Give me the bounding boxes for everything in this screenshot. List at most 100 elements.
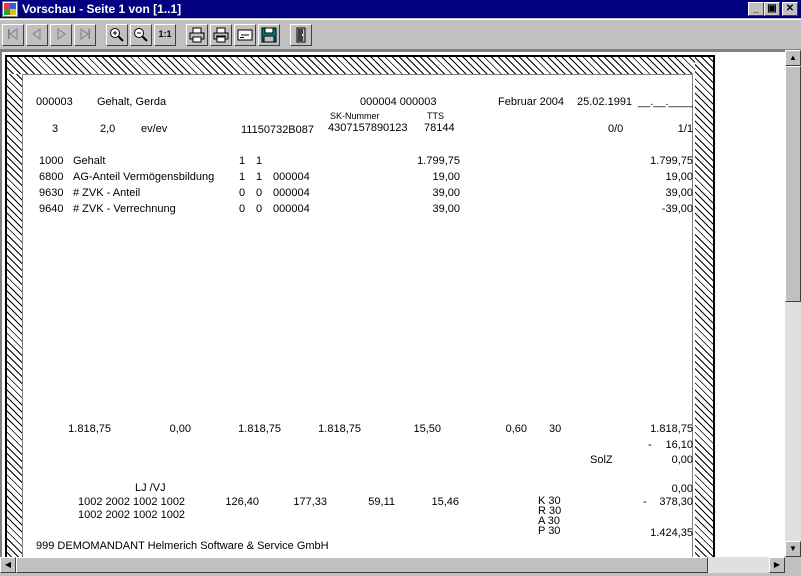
- lj-vj-label: LJ /VJ: [135, 482, 166, 494]
- close-button[interactable]: ✕: [782, 2, 798, 16]
- zoom-in-icon: [110, 28, 124, 42]
- line-code: 9630: [39, 187, 64, 199]
- next-page-button[interactable]: [50, 24, 72, 46]
- line-total: -39,00: [661, 203, 693, 215]
- line-amount: 19,00: [432, 171, 460, 183]
- religion: ev/ev: [141, 123, 168, 135]
- line-amount: 39,00: [432, 187, 460, 199]
- toolbar: 1:1: [0, 19, 801, 50]
- preview-area[interactable]: 000003 Gehalt, Gerda 000004 000003 Febru…: [0, 50, 785, 557]
- print-button[interactable]: [186, 24, 208, 46]
- line-flag-1: 1: [239, 171, 246, 183]
- page-shadow-left: [7, 74, 22, 557]
- line-ref: 000004: [273, 187, 310, 199]
- page-setup-icon: [237, 29, 253, 41]
- scroll-left-button[interactable]: ◀: [0, 557, 16, 573]
- total-value-6: 0,60: [505, 423, 527, 435]
- print-setup-button[interactable]: [210, 24, 232, 46]
- scroll-right-button[interactable]: ▶: [769, 557, 785, 573]
- total-gross: 1.818,75: [68, 423, 111, 435]
- tax-class: 3: [52, 123, 59, 135]
- deduction-value: 16,10: [665, 439, 693, 451]
- scroll-down-button[interactable]: ▼: [785, 541, 801, 557]
- last-page-icon: [80, 28, 90, 40]
- line-ref: 000004: [273, 171, 310, 183]
- net-pay: 1.424,35: [650, 527, 693, 539]
- amount-a3: 59,11: [368, 496, 395, 508]
- minus-value: 378,30: [659, 496, 693, 508]
- line-description: # ZVK - Verrechnung: [73, 203, 176, 215]
- total-value-2: 0,00: [169, 423, 191, 435]
- line-description: AG-Anteil Vermögensbildung: [73, 171, 215, 183]
- tts-label: TTS: [427, 111, 444, 121]
- company-footer: 999 DEMOMANDANT Helmerich Software & Ser…: [36, 540, 329, 552]
- sk-number-label: SK-Nummer: [330, 111, 380, 121]
- line-flag-2: 1: [256, 171, 263, 183]
- line-flag-1: 1: [239, 155, 246, 167]
- total-value-5: 15,50: [413, 423, 441, 435]
- vertical-scroll-thumb[interactable]: [785, 66, 801, 302]
- save-button[interactable]: [258, 24, 280, 46]
- line-code: 1000: [39, 155, 64, 167]
- line-flag-1: 0: [239, 187, 246, 199]
- blank-date-field: __.__.____: [638, 96, 694, 108]
- total-value-3: 1.818,75: [238, 423, 281, 435]
- first-page-icon: [8, 28, 18, 40]
- solz-label: SolZ: [590, 454, 613, 466]
- door-exit-icon: [296, 27, 306, 43]
- line-amount: 39,00: [432, 203, 460, 215]
- employee-number: 000003: [36, 96, 73, 108]
- deduction-sign: -: [648, 439, 652, 451]
- solz-value: 0,00: [671, 454, 693, 466]
- line-total: 1.799,75: [650, 155, 693, 167]
- codes-row-2: 1002 2002 1002 1002: [78, 509, 186, 521]
- header-numbers: 000004 000003: [360, 96, 437, 108]
- line-flag-2: 1: [256, 155, 263, 167]
- tts-value: 78144: [424, 122, 455, 134]
- total-value-4: 1.818,75: [318, 423, 361, 435]
- floppy-disk-icon: [261, 27, 277, 43]
- zoom-full-button[interactable]: 1:1: [154, 24, 176, 46]
- prev-page-button[interactable]: [26, 24, 48, 46]
- p-label: P 30: [538, 525, 561, 537]
- last-page-button[interactable]: [74, 24, 96, 46]
- horizontal-scrollbar[interactable]: ◀ ▶: [0, 557, 785, 573]
- ratio-b: 1/1: [677, 123, 693, 135]
- maximize-button[interactable]: ▣: [764, 2, 780, 16]
- zoom-in-button[interactable]: [106, 24, 128, 46]
- birth-date: 25.02.1991: [577, 96, 633, 108]
- employee-name: Gehalt, Gerda: [97, 96, 167, 108]
- amount-a1: 126,40: [225, 496, 259, 508]
- line-code: 6800: [39, 171, 64, 183]
- ratio-a: 0/0: [608, 123, 624, 135]
- scrollbar-corner: [785, 557, 801, 573]
- window-title: Vorschau - Seite 1 von [1..1]: [22, 2, 182, 16]
- next-page-icon: [57, 28, 66, 40]
- sk-number: 4307157890123: [328, 122, 408, 134]
- line-ref: 000004: [273, 203, 310, 215]
- insurance-number: 11150732B087: [241, 124, 314, 136]
- minimize-button[interactable]: _: [748, 2, 764, 16]
- amount-a4: 15,46: [431, 496, 459, 508]
- exit-button[interactable]: [290, 24, 312, 46]
- line-total: 39,00: [665, 187, 693, 199]
- minus-sign: -: [643, 496, 647, 508]
- amount-a2: 177,33: [293, 496, 327, 508]
- printer-setup-icon: [213, 27, 229, 43]
- lj-vj-value: 0,00: [671, 483, 693, 495]
- period: Februar 2004: [498, 96, 565, 108]
- codes-row-1: 1002 2002 1002 1002: [78, 496, 186, 508]
- page-setup-button[interactable]: [234, 24, 256, 46]
- zoom-out-icon: [134, 28, 148, 42]
- scroll-up-button[interactable]: ▲: [785, 50, 801, 66]
- app-icon[interactable]: [2, 1, 18, 17]
- vertical-scrollbar[interactable]: ▲ ▼: [785, 50, 801, 557]
- horizontal-scroll-thumb[interactable]: [16, 557, 708, 573]
- line-flag-2: 0: [256, 187, 263, 199]
- first-page-button[interactable]: [2, 24, 24, 46]
- total-value-7: 30: [549, 423, 562, 435]
- line-code: 9640: [39, 203, 64, 215]
- child-allowance: 2,0: [100, 123, 116, 135]
- report-page: 000003 Gehalt, Gerda 000004 000003 Febru…: [22, 74, 693, 557]
- zoom-out-button[interactable]: [130, 24, 152, 46]
